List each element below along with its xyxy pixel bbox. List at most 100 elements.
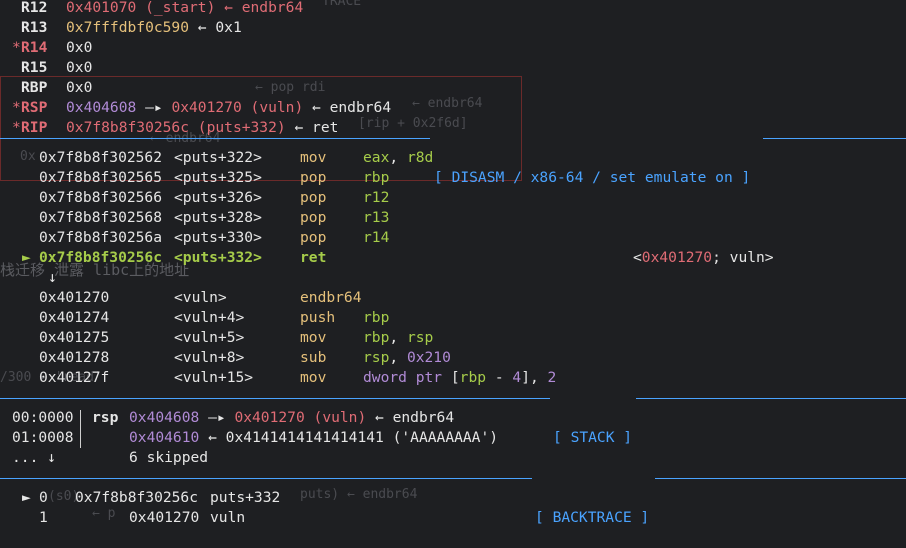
backtrace-frame: ► 0 0x7f8b8f30256c puts+332 [0, 488, 906, 508]
instruction-address: 0x7f8b8f30256c [39, 249, 163, 266]
disasm-flow-arrow-row: ↓ [0, 268, 906, 288]
operand-token: 2 [547, 369, 557, 386]
register-name: R13 [21, 19, 48, 36]
pointer-tail: ← endbr64 [303, 99, 392, 116]
register-value-hex: 0x0 [66, 79, 93, 96]
operand-token: rbp [363, 329, 390, 346]
register-row-r12: R12 0x401070 (_start) ← endbr64 [0, 0, 906, 18]
pointer-target: 0x401270 (vuln) [234, 409, 367, 426]
register-row-r14: * R14 0x0 [0, 38, 906, 58]
instruction-symbol: <vuln+8> [174, 349, 245, 366]
instruction-mnemonic: mov [300, 149, 327, 166]
register-value-extra: ← 0x1 [189, 19, 242, 36]
operand-token: r8d [406, 149, 434, 166]
register-name: RSP [21, 99, 48, 116]
operand-token: , [389, 329, 407, 346]
disasm-row: 0x401270 <vuln> endbr64 [0, 288, 906, 308]
register-row-r15: R15 0x0 [0, 58, 906, 78]
frame-number: 0 [39, 489, 48, 506]
instruction-mnemonic: sub [300, 349, 327, 366]
ret-target-address: 0x401270 [641, 249, 713, 266]
instruction-operands: r14 [363, 228, 389, 248]
stack-skip-row: ... ↓ 6 skipped [0, 448, 906, 468]
instruction-symbol: <vuln+5> [174, 329, 245, 346]
stack-skip-text: 6 skipped [129, 449, 209, 466]
operand-token: rbp [459, 369, 487, 386]
instruction-mnemonic: mov [300, 329, 327, 346]
stack-offset: 01:0008 [12, 429, 74, 446]
operand-token: rsp [363, 349, 390, 366]
operand-token: dword ptr [363, 369, 451, 386]
operand-token: [ [450, 369, 460, 386]
register-value-hex: 0x0 [66, 39, 93, 56]
instruction-symbol: <puts+325> [174, 169, 262, 186]
down-arrow-icon: ↓ [48, 269, 57, 286]
ret-target-open: < [633, 249, 642, 266]
stack-offset: 00:0000 [12, 409, 74, 426]
operand-token: rbp [363, 169, 390, 186]
disasm-row: 0x401275 <vuln+5> mov rbp, rsp [0, 328, 906, 348]
register-value: 0x404608 —▸ 0x401270 (vuln) ← endbr64 [66, 98, 391, 118]
operand-token: 4 [512, 369, 522, 386]
register-value-hex: 0x404608 [66, 99, 137, 116]
operand-token: r12 [363, 189, 390, 206]
instruction-address: 0x7f8b8f302568 [39, 209, 163, 226]
instruction-operands: rbp [363, 168, 389, 188]
instruction-address: 0x40127f [39, 369, 110, 386]
stack-register: rsp [92, 409, 119, 426]
instruction-operands: dword ptr [rbp - 4], 2 [363, 368, 556, 388]
disasm-row: 0x7f8b8f30256a <puts+330> pop r14 [0, 228, 906, 248]
disasm-row: 0x7f8b8f302565 <puts+325> pop rbp [0, 168, 906, 188]
pointer-target: 0x401270 (vuln) [171, 99, 304, 116]
instruction-symbol: <puts+330> [174, 229, 262, 246]
disasm-row: 0x40127f <vuln+15> mov dword ptr [rbp - 4],… [0, 368, 906, 388]
register-value: 0x7fffdbf0c590 ← 0x1 [66, 18, 242, 38]
register-name: R12 [21, 0, 48, 16]
stack-value: 0x404610 ← 0x4141414141414141 ('AAAAAAAA… [129, 428, 498, 448]
disasm-row: 0x7f8b8f302562 <puts+322> mov eax, r8d [0, 148, 906, 168]
operand-token: , [389, 149, 407, 166]
operand-token: - [486, 369, 513, 386]
pointer-arrow: ← [199, 429, 226, 446]
stack-row: 00:0000 rsp 0x404608 —▸ 0x401270 (vuln) ← … [0, 408, 906, 428]
frame-symbol: vuln [210, 509, 246, 526]
disasm-row: 0x401278 <vuln+8> sub rsp, 0x210 [0, 348, 906, 368]
instruction-symbol: <puts+328> [174, 209, 262, 226]
instruction-mnemonic: pop [300, 189, 327, 206]
ret-target-rest: ; vuln> [712, 249, 774, 266]
instruction-mnemonic: pop [300, 209, 327, 226]
operand-token: rbp [363, 309, 390, 326]
pointer-tail: ('AAAAAAAA') [383, 429, 499, 446]
instruction-symbol: <puts+332> [174, 249, 262, 266]
operand-token: r14 [363, 229, 390, 246]
current-frame-marker: ► [22, 489, 31, 506]
register-row-rsp: * RSP 0x404608 —▸ 0x401270 (vuln) ← endbr6… [0, 98, 906, 118]
backtrace-frame: 1 0x401270 vuln [0, 508, 906, 528]
instruction-address: 0x401278 [39, 349, 110, 366]
disasm-row: 0x7f8b8f302568 <puts+328> pop r13 [0, 208, 906, 228]
stack-address: 0x404610 [129, 429, 200, 446]
instruction-symbol: <puts+326> [174, 189, 262, 206]
register-name: R14 [21, 39, 48, 56]
current-instruction-marker: ► [22, 249, 31, 266]
frame-address: 0x7f8b8f30256c [75, 489, 199, 506]
register-changed-marker: * [12, 39, 21, 56]
ret-target: <0x401270; vuln> [633, 248, 774, 268]
register-name: RBP [21, 79, 48, 96]
stack-row: 01:0008 0x404610 ← 0x4141414141414141 ('A… [0, 428, 906, 448]
operand-token: rsp [406, 329, 434, 346]
instruction-operands: rsp, 0x210 [363, 348, 451, 368]
instruction-address: 0x7f8b8f302566 [39, 189, 163, 206]
instruction-operands: r13 [363, 208, 389, 228]
frame-number: 1 [39, 509, 48, 526]
instruction-operands: eax, r8d [363, 148, 433, 168]
register-value-hex: 0x7fffdbf0c590 [66, 19, 190, 36]
register-row-rbp: RBP 0x0 [0, 78, 906, 98]
stack-skip-dots: ... ↓ [12, 449, 56, 466]
instruction-address: 0x401270 [39, 289, 110, 306]
register-name: R15 [21, 59, 48, 76]
pointer-tail: ← endbr64 [366, 409, 455, 426]
instruction-symbol: <puts+322> [174, 149, 262, 166]
register-value-hex: 0x0 [66, 59, 93, 76]
disasm-row: 0x401274 <vuln+4> push rbp [0, 308, 906, 328]
